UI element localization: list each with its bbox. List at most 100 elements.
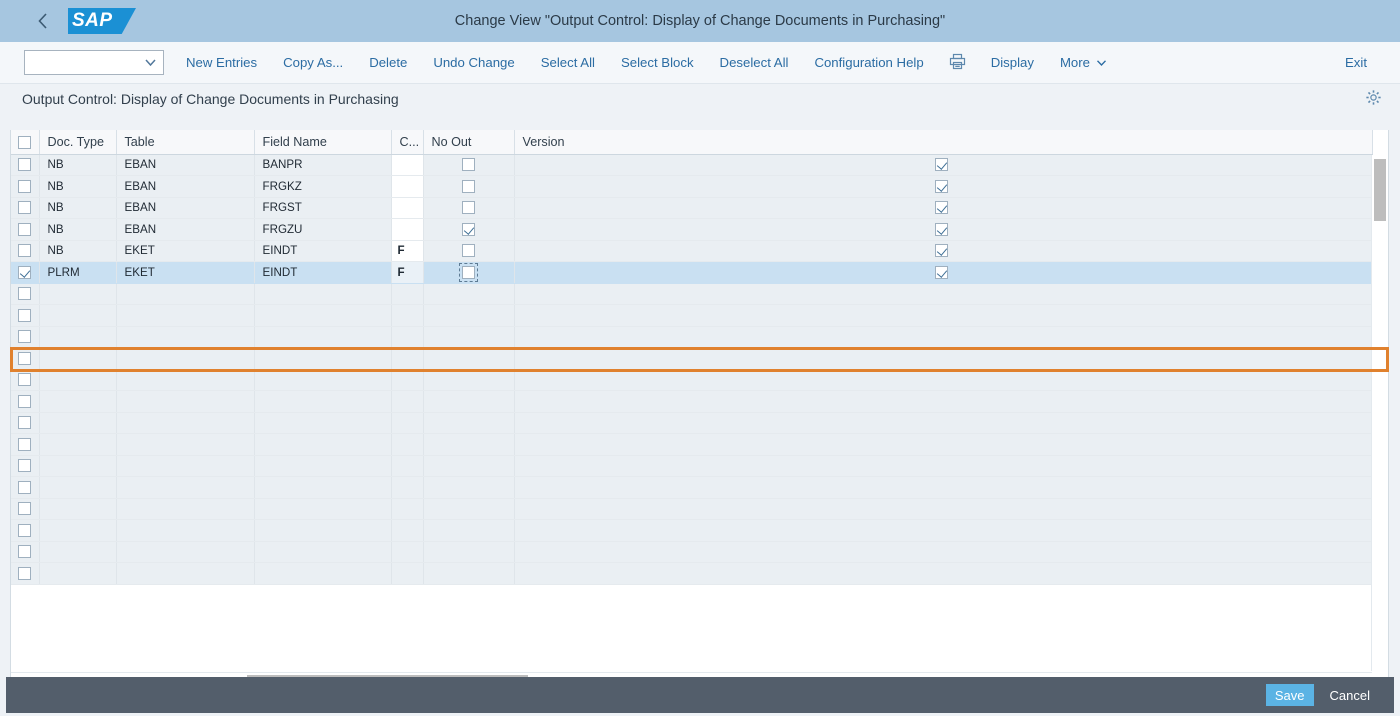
table-row[interactable] [11,498,1373,520]
row-select-cell[interactable] [11,433,40,456]
row-select-cell[interactable] [11,154,40,176]
no-out-checkbox[interactable] [462,179,475,193]
cell-version[interactable] [514,390,1373,413]
table-row[interactable] [11,541,1373,563]
table-row[interactable] [11,519,1373,542]
column-header-doc-type[interactable]: Doc. Type [39,130,117,155]
cell-field-name[interactable] [254,390,392,413]
cell-version[interactable] [514,304,1373,327]
table-row[interactable]: NB EBAN FRGKZ [11,175,1373,198]
table-row[interactable] [11,326,1373,348]
cell-version[interactable] [514,562,1373,585]
cell-field-name[interactable] [254,412,392,434]
version-checkbox[interactable] [934,201,948,215]
select-all-checkbox[interactable] [18,135,32,149]
cell-doc-type[interactable] [39,326,117,348]
cell-version[interactable] [514,455,1373,477]
no-out-checkbox[interactable] [462,244,475,258]
sap-logo[interactable]: SAP [68,8,136,34]
cell-change-indicator[interactable] [391,541,424,563]
table-row[interactable] [11,562,1373,585]
row-select-cell[interactable] [11,347,40,370]
row-select-checkbox[interactable] [18,330,32,344]
column-header-no-out[interactable]: No Out [423,130,515,155]
cell-doc-type[interactable] [39,433,117,456]
cell-no-out[interactable] [423,455,515,477]
cell-field-name[interactable] [254,304,392,327]
no-out-checkbox[interactable] [462,265,475,279]
table-row[interactable]: NB EBAN FRGZU [11,218,1373,241]
cell-no-out[interactable] [423,541,515,563]
row-select-cell[interactable] [11,455,40,477]
cell-change-indicator[interactable] [391,562,424,585]
select-all-header-cell[interactable] [11,130,40,155]
save-button[interactable]: Save [1265,684,1314,706]
cell-change-indicator[interactable] [391,519,424,542]
cell-no-out[interactable] [423,433,515,456]
table-row[interactable] [11,412,1373,434]
cell-change-indicator[interactable]: F [391,261,424,284]
row-select-cell[interactable] [11,283,40,305]
cell-no-out[interactable] [423,218,515,241]
cell-field-name[interactable] [254,562,392,585]
cell-table[interactable] [116,562,255,585]
cell-version[interactable] [514,519,1373,542]
row-select-checkbox[interactable] [18,287,32,301]
cell-version[interactable] [514,261,1373,284]
row-select-checkbox[interactable] [18,222,32,236]
table-row[interactable] [11,476,1373,499]
row-select-checkbox[interactable] [18,201,32,215]
cell-table[interactable] [116,304,255,327]
cell-change-indicator[interactable] [391,197,424,219]
cell-field-name[interactable] [254,519,392,542]
cell-table[interactable]: EBAN [116,154,255,176]
toolbar-button-copy-as[interactable]: Copy As... [270,42,356,84]
cell-change-indicator[interactable] [391,369,424,391]
table-row[interactable] [11,455,1373,477]
cell-change-indicator[interactable] [391,476,424,499]
row-select-checkbox[interactable] [18,545,32,559]
row-select-checkbox[interactable] [18,437,32,451]
cancel-button[interactable]: Cancel [1320,684,1380,706]
variant-select[interactable] [24,50,164,75]
cell-change-indicator[interactable] [391,498,424,520]
cell-no-out[interactable] [423,412,515,434]
cell-version[interactable] [514,197,1373,219]
cell-table[interactable] [116,412,255,434]
row-select-checkbox[interactable] [18,265,32,279]
cell-field-name[interactable]: FRGZU [254,218,392,241]
cell-no-out[interactable] [423,476,515,499]
toolbar-button-select-all[interactable]: Select All [528,42,608,84]
no-out-checkbox[interactable] [462,222,475,236]
cell-doc-type[interactable] [39,347,117,370]
cell-field-name[interactable] [254,347,392,370]
table-row[interactable] [11,283,1373,305]
cell-no-out[interactable] [423,175,515,198]
cell-table[interactable] [116,390,255,413]
cell-field-name[interactable] [254,476,392,499]
toolbar-button-configuration-help[interactable]: Configuration Help [801,42,936,84]
version-checkbox[interactable] [934,265,948,279]
cell-field-name[interactable]: EINDT [254,240,392,262]
cell-field-name[interactable] [254,541,392,563]
version-checkbox[interactable] [934,222,948,236]
table-row[interactable] [11,390,1373,413]
toolbar-button-deselect-all[interactable]: Deselect All [707,42,802,84]
row-select-cell[interactable] [11,562,40,585]
cell-field-name[interactable] [254,433,392,456]
cell-field-name[interactable] [254,326,392,348]
table-row[interactable] [11,304,1373,327]
cell-no-out[interactable] [423,347,515,370]
table-row[interactable] [11,433,1373,456]
cell-change-indicator[interactable] [391,326,424,348]
cell-change-indicator[interactable] [391,304,424,327]
cell-table[interactable]: EKET [116,240,255,262]
toolbar-button-display[interactable]: Display [978,42,1047,84]
table-row[interactable] [11,347,1373,370]
cell-doc-type[interactable] [39,562,117,585]
row-select-checkbox[interactable] [18,502,32,516]
cell-version[interactable] [514,240,1373,262]
cell-field-name[interactable]: EINDT [254,261,392,284]
cell-version[interactable] [514,326,1373,348]
column-header-table[interactable]: Table [116,130,255,155]
